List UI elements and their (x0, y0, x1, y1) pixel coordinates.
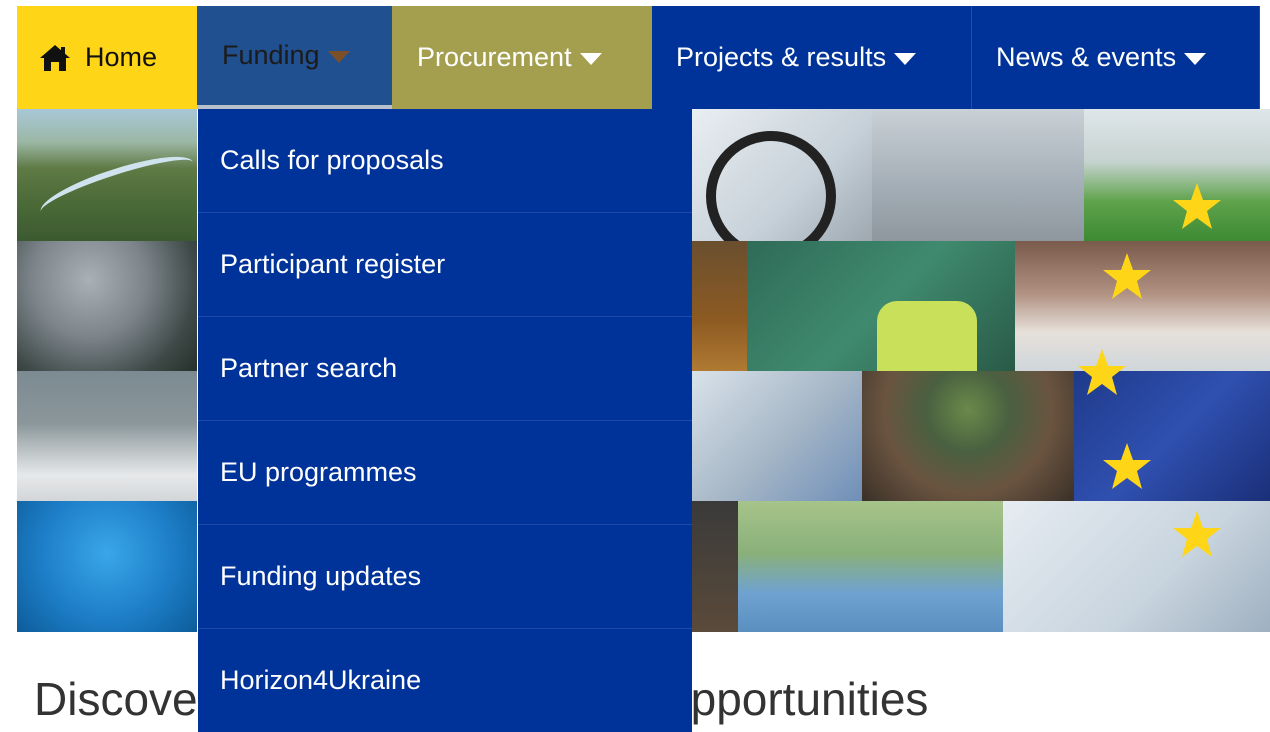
lady-justice-statue-image (872, 109, 1084, 241)
aquaculture-sea-image (17, 501, 197, 632)
dark-image-strip (692, 501, 738, 632)
nav-projects-label: Projects & results (676, 42, 887, 72)
caret-down-icon (1184, 52, 1207, 65)
funding-dropdown-menu: Calls for proposals Participant register… (198, 109, 692, 732)
worker-high-vis-image (747, 241, 1015, 371)
nav-projects-results[interactable]: Projects & results (652, 6, 972, 109)
menu-item-funding-updates[interactable]: Funding updates (198, 525, 692, 629)
main-navigation: Home Funding Procurement Projects & resu… (17, 6, 1260, 109)
volunteers-image (738, 501, 1003, 632)
wildfire-smoke-image (17, 241, 197, 371)
menu-item-horizon4ukraine[interactable]: Horizon4Ukraine (198, 629, 692, 732)
board-game-tree-image (862, 371, 1074, 501)
river-landscape-image (17, 109, 197, 241)
nav-news-events[interactable]: News & events (972, 6, 1260, 109)
ring-light-camera-image (692, 109, 872, 241)
nav-home-label: Home (85, 42, 158, 72)
caret-down-icon (579, 52, 602, 65)
menu-item-participant-register[interactable]: Participant register (198, 213, 692, 317)
heading-left-fragment: Discove (34, 673, 198, 725)
flood-sandbags-image (17, 371, 197, 501)
nav-news-label: News & events (996, 42, 1177, 72)
house-icon (40, 44, 70, 71)
heading-right-fragment: pportunities (690, 673, 929, 725)
eu-star-icon (1103, 253, 1151, 299)
nav-procurement-label: Procurement (417, 42, 572, 72)
eu-star-icon (1103, 443, 1151, 489)
caret-down-icon (894, 52, 917, 65)
menu-item-eu-programmes[interactable]: EU programmes (198, 421, 692, 525)
caret-down-icon (327, 50, 350, 63)
eu-star-icon (1173, 511, 1221, 557)
doctor-child-image (1003, 501, 1270, 632)
eu-star-icon (1173, 183, 1221, 229)
nav-funding[interactable]: Funding (197, 6, 392, 109)
eu-star-icon (1078, 349, 1126, 395)
nav-procurement[interactable]: Procurement (392, 6, 652, 109)
menu-item-partner-search[interactable]: Partner search (198, 317, 692, 421)
market-produce-image (692, 241, 747, 371)
woman-computer-image (692, 371, 862, 501)
nav-home[interactable]: Home (17, 6, 197, 109)
nav-funding-label: Funding (222, 40, 320, 70)
menu-item-calls-for-proposals[interactable]: Calls for proposals (198, 109, 692, 213)
